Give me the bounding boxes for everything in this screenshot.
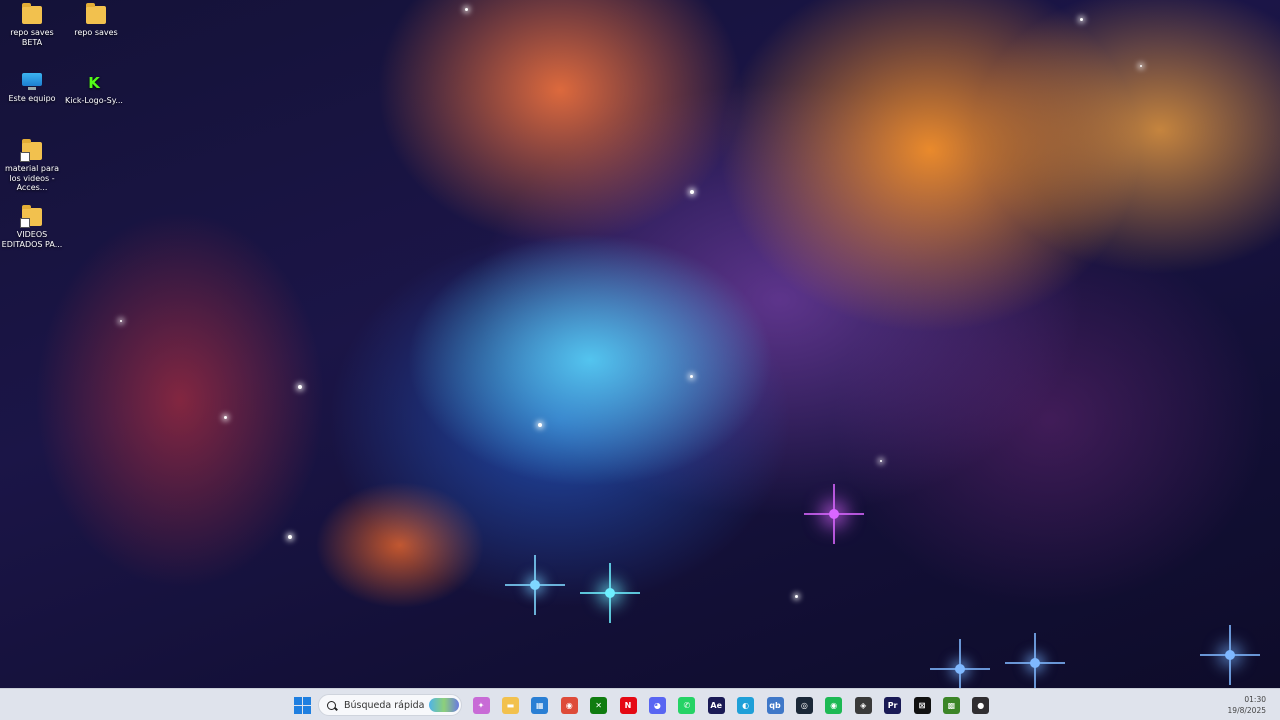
cyan-star-flare xyxy=(605,588,615,598)
folder-icon xyxy=(22,3,42,24)
spotify-icon: ◉ xyxy=(825,696,843,714)
discord-icon: ◕ xyxy=(648,696,666,714)
desktop-icon-label: VIDEOS EDITADOS PA... xyxy=(1,230,63,249)
after-effects-icon: Ae xyxy=(707,696,725,714)
obs-studio-icon: ● xyxy=(972,696,990,714)
desktop-icon-este-equipo[interactable]: Este equipo xyxy=(0,70,64,104)
steam-icon: ◎ xyxy=(795,696,813,714)
taskbar-app-copilot[interactable]: ✦ xyxy=(470,694,492,716)
taskbar-app-android-app[interactable]: ◈ xyxy=(852,694,874,716)
star xyxy=(1080,18,1083,21)
kick-logo-icon: K xyxy=(88,74,100,92)
desktop-icon-label: Este equipo xyxy=(8,94,56,103)
star xyxy=(288,535,292,539)
star xyxy=(690,375,693,378)
taskbar-app-qbittorrent[interactable]: qb xyxy=(764,694,786,716)
android-app-icon: ◈ xyxy=(854,696,872,714)
star xyxy=(690,190,694,194)
folder-shortcut-icon xyxy=(20,205,42,228)
star xyxy=(465,8,468,11)
system-clock[interactable]: 01:30 19/8/2025 xyxy=(1228,694,1266,716)
desktop-icon-videos-editados[interactable]: VIDEOS EDITADOS PA... xyxy=(0,205,64,249)
taskbar: Búsqueda rápida ✦ ▬ ▦ ◉ ✕ N ◕ ✆ Ae ◐ qb ◎ ◉ ◈ Pr ⊠ ▩ ● 01… xyxy=(0,688,1280,720)
star xyxy=(224,416,227,419)
taskbar-app-spotify[interactable]: ◉ xyxy=(823,694,845,716)
minecraft-icon: ▩ xyxy=(942,696,960,714)
taskbar-app-file-explorer[interactable]: ▬ xyxy=(499,694,521,716)
purple-star-flare xyxy=(829,509,839,519)
blue-star-flare xyxy=(1225,650,1235,660)
taskbar-app-edge[interactable]: ◐ xyxy=(735,694,757,716)
search-input[interactable]: Búsqueda rápida xyxy=(318,694,462,716)
desktop-icon-material-videos[interactable]: material para los videos - Acces... xyxy=(0,139,64,193)
clock-time: 01:30 xyxy=(1244,695,1266,704)
star xyxy=(880,460,882,462)
folder-shortcut-icon xyxy=(20,139,42,162)
windows-logo-icon xyxy=(293,696,311,714)
desktop-wallpaper xyxy=(0,0,1280,688)
taskbar-app-microsoft-store[interactable]: ▦ xyxy=(529,694,551,716)
taskbar-app-premiere-pro[interactable]: Pr xyxy=(882,694,904,716)
desktop-icon-label: repo saves xyxy=(74,28,118,37)
taskbar-app-minecraft[interactable]: ▩ xyxy=(940,694,962,716)
qbittorrent-icon: qb xyxy=(766,696,784,714)
file-explorer-icon: ▬ xyxy=(501,696,519,714)
star xyxy=(298,385,302,389)
whatsapp-icon: ✆ xyxy=(678,696,696,714)
chrome-icon: ◉ xyxy=(560,696,578,714)
desktop-icon-label: material para los videos - Acces... xyxy=(4,164,60,192)
star xyxy=(1140,65,1142,67)
taskbar-app-steam[interactable]: ◎ xyxy=(793,694,815,716)
edge-icon: ◐ xyxy=(737,696,755,714)
blue-star-flare xyxy=(1030,658,1040,668)
star xyxy=(120,320,122,322)
taskbar-app-capcut[interactable]: ⊠ xyxy=(911,694,933,716)
desktop-icon-repo-saves-beta[interactable]: repo saves BETA xyxy=(0,3,64,47)
taskbar-app-discord[interactable]: ◕ xyxy=(646,694,668,716)
taskbar-app-netflix[interactable]: N xyxy=(617,694,639,716)
copilot-icon: ✦ xyxy=(472,696,490,714)
computer-icon xyxy=(22,73,42,90)
blue-star-flare xyxy=(530,580,540,590)
taskbar-app-chrome[interactable]: ◉ xyxy=(558,694,580,716)
taskbar-app-after-effects[interactable]: Ae xyxy=(705,694,727,716)
star xyxy=(795,595,798,598)
capcut-icon: ⊠ xyxy=(913,696,931,714)
desktop-icon-repo-saves[interactable]: repo saves xyxy=(64,3,128,38)
netflix-icon: N xyxy=(619,696,637,714)
search-icon xyxy=(327,700,336,710)
blue-star-flare xyxy=(955,664,965,674)
start-button[interactable] xyxy=(291,694,313,716)
star xyxy=(538,423,542,427)
taskbar-app-obs-studio[interactable]: ● xyxy=(970,694,992,716)
microsoft-store-icon: ▦ xyxy=(531,696,549,714)
search-highlight-icon xyxy=(429,698,459,712)
xbox-icon: ✕ xyxy=(590,696,608,714)
premiere-pro-icon: Pr xyxy=(884,696,902,714)
desktop-icon-label: repo saves BETA xyxy=(10,28,54,47)
taskbar-app-whatsapp[interactable]: ✆ xyxy=(676,694,698,716)
search-placeholder: Búsqueda rápida xyxy=(344,699,425,711)
desktop-icon-kick-logo[interactable]: K Kick-Logo-Sy... xyxy=(62,74,126,106)
folder-icon xyxy=(86,3,106,24)
clock-date: 19/8/2025 xyxy=(1227,706,1266,715)
taskbar-app-xbox[interactable]: ✕ xyxy=(588,694,610,716)
desktop-icon-label: Kick-Logo-Sy... xyxy=(65,96,123,105)
